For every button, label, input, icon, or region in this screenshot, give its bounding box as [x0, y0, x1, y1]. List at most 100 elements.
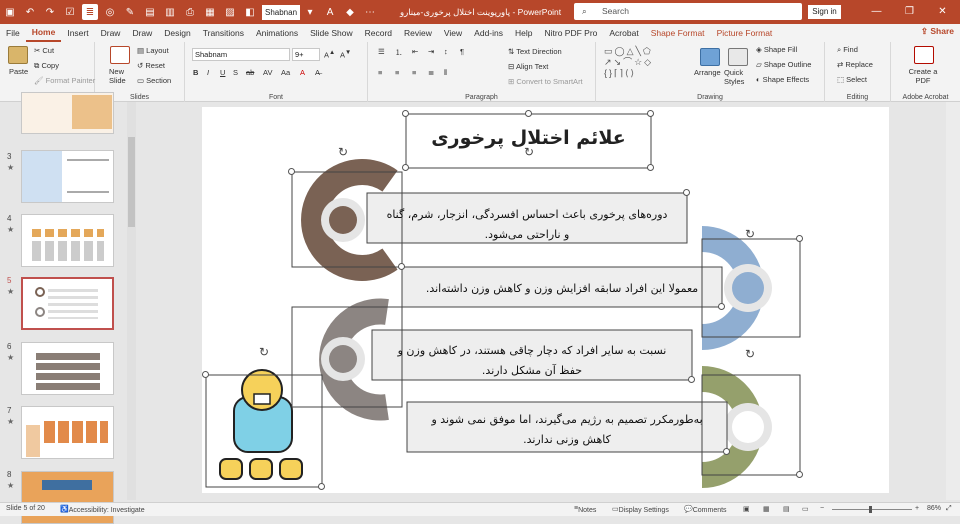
align-right-icon[interactable]: ≡ — [412, 68, 416, 77]
check-icon[interactable]: ☑ — [62, 4, 78, 20]
normal-view-icon[interactable]: ▣ — [743, 505, 750, 513]
draw-icon[interactable]: ✎ — [122, 4, 138, 20]
more-commands-icon[interactable]: ⋯ — [362, 4, 378, 20]
quick-styles-icon[interactable] — [728, 48, 748, 66]
cut-button[interactable]: ✂ Cut — [34, 46, 54, 55]
tab-shape-format[interactable]: Shape Format — [645, 24, 711, 42]
redo-icon[interactable]: ↷ — [42, 4, 58, 20]
layout-button[interactable]: ▤ Layout — [137, 46, 169, 55]
canvas-scrollbar[interactable] — [946, 102, 960, 500]
reading-view-icon[interactable]: ▤ — [783, 505, 790, 513]
slide-thumbnail-4[interactable] — [21, 214, 114, 267]
paste-icon[interactable] — [8, 46, 28, 64]
tab-file[interactable]: File — [0, 24, 26, 42]
resize-handle[interactable] — [688, 376, 695, 383]
quick-styles-button[interactable]: Quick Styles — [724, 68, 750, 86]
arrange-button[interactable]: Arrange — [694, 68, 721, 77]
char-spacing-icon[interactable]: AV — [263, 68, 272, 77]
list-item[interactable]: دوره‌های پرخوری باعث احساس افسردگی، انزج… — [370, 205, 684, 245]
section-button[interactable]: ▭ Section — [137, 76, 171, 85]
slide-thumbnail-7[interactable] — [21, 406, 114, 459]
zoom-slider[interactable] — [832, 509, 912, 510]
scrollbar-thumb[interactable] — [128, 137, 135, 227]
slide-thumbnail-3[interactable] — [21, 150, 114, 203]
new-icon[interactable]: ▥ — [162, 4, 178, 20]
accessibility-status[interactable]: ♿ Accessibility: Investigate — [60, 505, 145, 514]
tab-slide-show[interactable]: Slide Show — [304, 24, 359, 42]
outline-view-icon[interactable]: ≣ — [82, 4, 98, 20]
resize-handle[interactable] — [683, 189, 690, 196]
restore-icon[interactable]: ❐ — [893, 0, 926, 24]
save-icon[interactable]: ▣ — [2, 4, 18, 20]
tab-home[interactable]: Home — [25, 24, 62, 42]
font-color-icon[interactable]: A — [300, 68, 305, 77]
resize-handle[interactable] — [202, 371, 209, 378]
resize-handle[interactable] — [318, 483, 325, 490]
paste-button[interactable]: Paste — [9, 67, 28, 76]
resize-handle[interactable] — [647, 164, 654, 171]
rotate-handle-icon[interactable]: ↻ — [338, 145, 348, 159]
tab-insert[interactable]: Insert — [61, 24, 94, 42]
sign-in-button[interactable]: Sign in — [808, 5, 841, 19]
justify-icon[interactable]: ≣ — [428, 68, 434, 77]
print-icon[interactable]: ⎙ — [182, 4, 198, 20]
display-settings-button[interactable]: ▭ Display Settings — [612, 505, 669, 514]
tab-draw[interactable]: Draw — [95, 24, 127, 42]
resize-handle[interactable] — [288, 168, 295, 175]
minimize-icon[interactable]: — — [860, 0, 893, 24]
shapes-icon[interactable]: ◧ — [242, 4, 258, 20]
convert-smartart-button[interactable]: ⊞ Convert to SmartArt — [508, 77, 583, 86]
slide-sorter-icon[interactable]: ▦ — [763, 505, 770, 513]
align-center-icon[interactable]: ≡ — [395, 68, 399, 77]
create-pdf-button[interactable]: Create a PDF — [906, 67, 940, 85]
list-item[interactable]: نسبت به سایر افراد که دچار چاقی هستند، د… — [375, 341, 689, 381]
tab-acrobat[interactable]: Acrobat — [603, 24, 644, 42]
comments-button[interactable]: 💬 Comments — [684, 505, 727, 514]
clear-formatting-icon[interactable]: A̶ — [315, 68, 320, 77]
slideshow-view-icon[interactable]: ▭ — [802, 505, 809, 513]
align-text-button[interactable]: ⊟ Align Text — [508, 62, 548, 71]
shape-outline-button[interactable]: ▱ Shape Outline — [756, 60, 811, 69]
underline-icon[interactable]: U — [220, 68, 225, 77]
font-family-select[interactable]: Shabnam — [192, 48, 290, 61]
reset-button[interactable]: ↺ Reset — [137, 61, 165, 70]
shrink-font-icon[interactable]: A▼ — [340, 49, 351, 60]
select-button[interactable]: ⬚ Select — [837, 75, 867, 84]
list-item[interactable]: به‌طورمکرر تصمیم به رژیم می‌گیرند، اما م… — [410, 410, 724, 450]
tab-nitro[interactable]: Nitro PDF Pro — [538, 24, 603, 42]
shape-fill-icon[interactable]: ◆ — [342, 4, 358, 20]
close-icon[interactable]: ✕ — [926, 0, 959, 24]
tab-help[interactable]: Help — [509, 24, 538, 42]
bullets-icon[interactable]: ☰ — [378, 47, 385, 56]
shape-fill-button[interactable]: ◈ Shape Fill — [756, 45, 797, 54]
zoom-level[interactable]: 86% — [927, 505, 941, 512]
zoom-out-icon[interactable]: − — [820, 505, 824, 512]
undo-icon[interactable]: ↶ — [22, 4, 38, 20]
rotate-handle-icon[interactable]: ↻ — [745, 227, 755, 241]
fit-to-window-icon[interactable]: ⤢ — [946, 505, 952, 513]
slide-thumbnail-8[interactable] — [21, 471, 114, 524]
numbering-icon[interactable]: ⒈ — [395, 47, 403, 58]
rotate-handle-icon[interactable]: ↻ — [745, 347, 755, 361]
slide-thumbnail-5[interactable] — [21, 277, 114, 330]
share-button[interactable]: ⇪ Share — [921, 26, 954, 37]
tab-review[interactable]: Review — [398, 24, 438, 42]
start-slideshow-icon[interactable]: ◎ — [102, 4, 118, 20]
tab-add-ins[interactable]: Add-ins — [468, 24, 509, 42]
columns-icon[interactable]: ⫴ — [444, 68, 447, 78]
format-painter-button[interactable]: 🖌 Format Painter — [34, 76, 95, 85]
align-left-icon[interactable]: ≡ — [378, 68, 382, 77]
notes-button[interactable]: ≡ Notes — [574, 505, 596, 514]
tab-draw-2[interactable]: Draw — [126, 24, 158, 42]
font-dropdown-icon[interactable]: ▾ — [302, 4, 318, 20]
new-slide-icon[interactable] — [110, 46, 130, 64]
picture-icon[interactable]: ▨ — [222, 4, 238, 20]
table-icon[interactable]: ▦ — [202, 4, 218, 20]
arrange-icon[interactable] — [700, 48, 720, 66]
shadow-icon[interactable]: S — [233, 68, 238, 77]
shapes-gallery[interactable]: ▭◯△╲⬠ ↗↘⌒☆◇ {}⌈⌉⟨⟩ — [604, 46, 688, 86]
find-button[interactable]: ⌕ Find — [837, 45, 858, 55]
resize-handle[interactable] — [398, 263, 405, 270]
new-slide-button[interactable]: New Slide — [109, 67, 129, 85]
zoom-in-icon[interactable]: + — [915, 505, 919, 512]
